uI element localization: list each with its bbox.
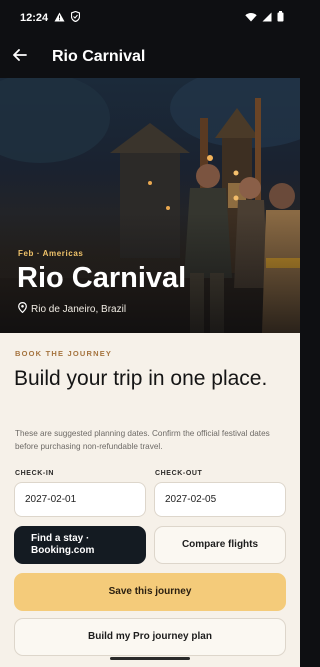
back-button[interactable] — [0, 36, 40, 78]
section-headline: Build your trip in one place. — [14, 367, 268, 390]
shield-icon — [71, 10, 81, 25]
check-out-field[interactable]: 2027-02-05 — [154, 482, 286, 517]
status-time: 12:24 — [20, 12, 49, 24]
arrow-left-icon — [13, 48, 27, 66]
save-journey-button[interactable]: Save this journey — [14, 573, 286, 611]
pro-journey-button[interactable]: Build my Pro journey plan — [14, 618, 286, 656]
check-in-label: CHECK-IN — [15, 470, 55, 477]
find-stay-line1: Find a stay · — [31, 533, 90, 544]
battery-icon — [277, 11, 284, 25]
compare-flights-button[interactable]: Compare flights — [154, 526, 286, 564]
find-stay-line2: Booking.com — [31, 545, 95, 556]
app-bar: Rio Carnival — [0, 36, 300, 78]
wifi-icon — [245, 12, 257, 25]
check-in-field[interactable]: 2027-02-01 — [14, 482, 146, 517]
find-stay-button[interactable]: Find a stay · Booking.com — [14, 526, 146, 564]
alert-icon — [54, 12, 65, 25]
hero-title: Rio Carnival — [17, 262, 187, 294]
signal-icon — [262, 12, 272, 25]
page-title: Rio Carnival — [52, 48, 146, 65]
location-pin-icon — [18, 301, 27, 316]
hero-location: Rio de Janeiro, Brazil — [18, 301, 127, 316]
booking-section: BOOK THE JOURNEY Build your trip in one … — [0, 333, 300, 667]
section-eyebrow: BOOK THE JOURNEY — [15, 349, 113, 358]
hero-image: Feb · Americas Rio Carnival Rio de Janei… — [0, 78, 300, 333]
check-out-label: CHECK-OUT — [155, 470, 203, 477]
hero-location-text: Rio de Janeiro, Brazil — [31, 303, 127, 315]
home-indicator[interactable] — [110, 657, 190, 660]
status-bar: 12:24 — [0, 0, 300, 36]
hero-tag: Feb · Americas — [18, 249, 84, 258]
planning-note: These are suggested planning dates. Conf… — [15, 429, 270, 451]
